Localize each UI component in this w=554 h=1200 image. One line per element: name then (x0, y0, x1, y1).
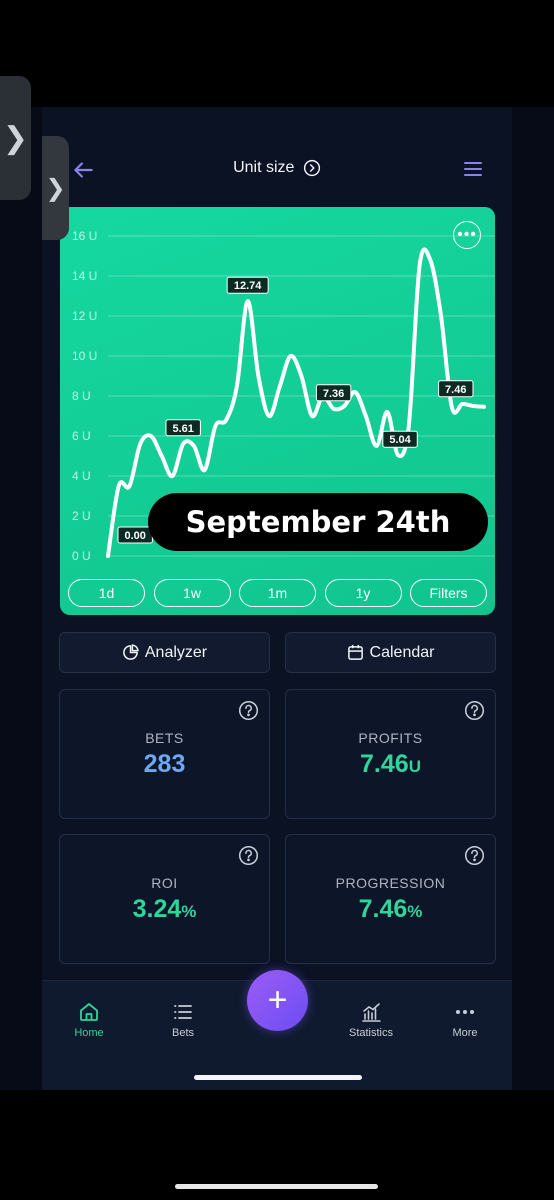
help-icon[interactable] (238, 700, 259, 721)
svg-text:0.00: 0.00 (124, 530, 145, 542)
svg-text:5.04: 5.04 (389, 434, 411, 446)
chevron-right-icon: ❯ (45, 174, 66, 202)
y-tick-label: 2 U (72, 509, 91, 523)
more-dots-icon (456, 1010, 474, 1014)
nav-more-label: More (452, 1027, 478, 1039)
unit-chart-card: 16 U 14 U 12 U 10 U 8 U 6 U 4 U 2 U 0 U 0.00 5.61 1… (60, 207, 495, 615)
nav-statistics[interactable]: Statistics (331, 1001, 411, 1039)
frame-right (512, 107, 554, 1090)
hamburger-menu-icon[interactable] (462, 158, 484, 180)
svg-text:7.46: 7.46 (445, 384, 466, 396)
page-title-group[interactable]: Unit size (42, 159, 512, 177)
y-tick-label: 14 U (72, 269, 97, 283)
calendar-icon (347, 644, 363, 660)
data-label: 0.00 (117, 526, 153, 544)
nav-statistics-label: Statistics (348, 1027, 393, 1039)
bets-label: BETS (145, 730, 184, 746)
help-icon[interactable] (464, 700, 485, 721)
side-expand-tab-inner[interactable]: ❯ (42, 136, 69, 240)
roi-value: 3.24% (132, 895, 197, 923)
header: Unit size (42, 155, 512, 187)
y-tick-label: 0 U (72, 549, 91, 563)
range-selector: 1d 1w 1m 1y Filters (68, 579, 487, 607)
page-title: Unit size (233, 159, 295, 176)
home-indicator (194, 1075, 362, 1080)
nav-home[interactable]: Home (49, 1001, 129, 1039)
add-bet-button[interactable]: + (247, 970, 308, 1031)
nav-bets-label: Bets (171, 1027, 194, 1039)
status-area (0, 0, 554, 107)
y-tick-label: 16 U (72, 229, 97, 243)
y-tick-label: 12 U (72, 309, 97, 323)
home-icon (80, 1003, 98, 1021)
roi-label: ROI (151, 875, 178, 891)
roi-stat-card[interactable]: ROI 3.24% (59, 834, 270, 964)
side-expand-tab[interactable]: ❯ (0, 76, 31, 200)
nav-bets[interactable]: Bets (143, 1001, 223, 1039)
chevron-right-circle-icon (303, 159, 321, 177)
progression-label: PROGRESSION (335, 875, 446, 891)
range-1d-button[interactable]: 1d (68, 579, 145, 607)
bar-chart-icon (362, 1003, 381, 1022)
svg-text:7.36: 7.36 (323, 388, 344, 400)
range-1w-button[interactable]: 1w (153, 579, 231, 607)
bets-value: 283 (143, 750, 186, 778)
range-1y-button[interactable]: 1y (324, 579, 402, 607)
y-tick-label: 10 U (72, 349, 97, 363)
data-label: 7.36 (315, 384, 352, 402)
svg-text:12.74: 12.74 (234, 280, 262, 292)
more-options-icon[interactable]: ••• (453, 221, 481, 249)
data-label: 5.04 (382, 430, 418, 448)
analyzer-button[interactable]: Analyzer (59, 632, 270, 673)
progression-unit: % (407, 902, 423, 921)
y-tick-label: 6 U (72, 429, 91, 443)
frame-left (0, 107, 42, 1090)
nav-home-label: Home (74, 1027, 104, 1039)
profits-unit: U (408, 757, 421, 776)
profits-label: PROFITS (358, 730, 423, 746)
profits-value: 7.46U (360, 750, 421, 778)
nav-more[interactable]: More (425, 1001, 505, 1039)
profits-stat-card[interactable]: PROFITS 7.46U (285, 689, 496, 819)
pie-chart-icon (123, 644, 139, 660)
data-label: 12.74 (226, 276, 269, 294)
filters-button[interactable]: Filters (410, 579, 487, 607)
analyzer-label: Analyzer (144, 643, 208, 661)
roi-unit: % (181, 902, 197, 921)
chevron-right-icon: ❯ (2, 120, 29, 156)
unit-chart: 16 U 14 U 12 U 10 U 8 U 6 U 4 U 2 U 0 U 0.00 5.61 1… (72, 229, 495, 563)
progression-stat-card[interactable]: PROGRESSION 7.46% (285, 834, 496, 964)
calendar-button[interactable]: Calendar (285, 632, 496, 673)
app-screen: Unit size 16 U 14 U 12 U 10 U 8 U 6 U 4 U 2 U 0 … (42, 107, 512, 1090)
data-label: 7.46 (438, 380, 474, 398)
bets-stat-card[interactable]: BETS 283 (59, 689, 270, 819)
system-home-indicator (175, 1184, 378, 1189)
y-tick-label: 4 U (72, 469, 91, 483)
calendar-label: Calendar (369, 643, 435, 661)
data-label: 5.61 (165, 419, 201, 437)
svg-text:5.61: 5.61 (172, 423, 193, 435)
date-overlay: September 24th (148, 493, 488, 551)
y-tick-label: 8 U (72, 389, 91, 403)
list-icon (174, 1005, 192, 1019)
help-icon[interactable] (238, 845, 259, 866)
range-1m-button[interactable]: 1m (239, 579, 316, 607)
help-icon[interactable] (464, 845, 485, 866)
progression-value: 7.46% (358, 895, 423, 923)
